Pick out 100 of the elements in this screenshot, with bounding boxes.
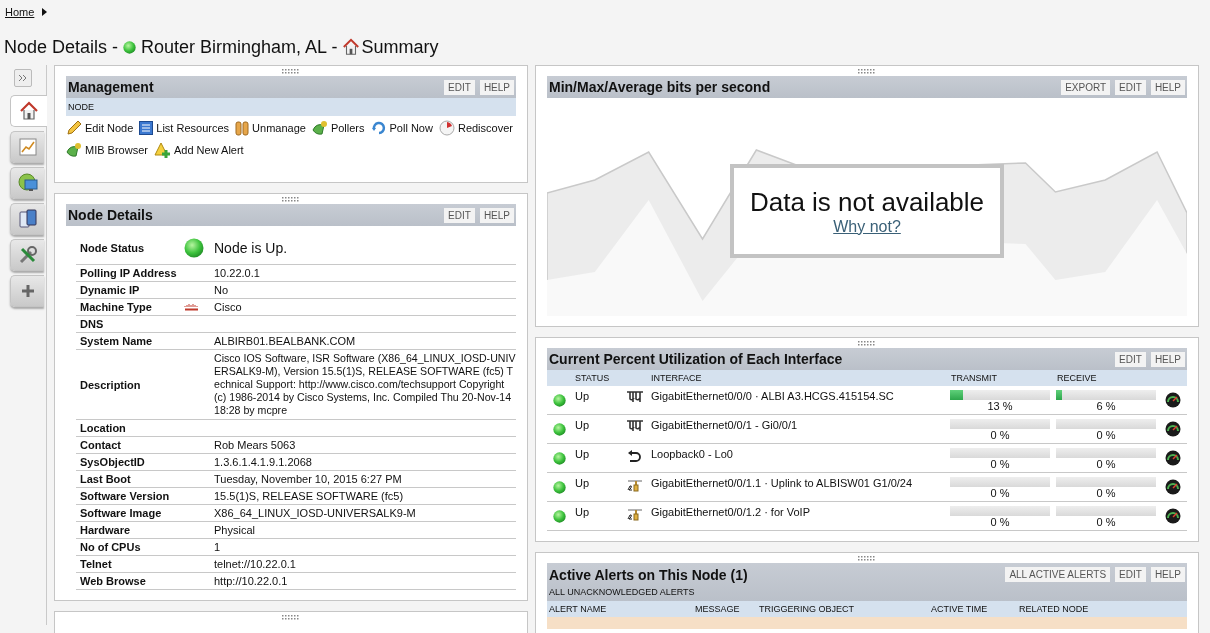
sidebar-tab[interactable] (10, 95, 47, 127)
vendor-logo-icon (184, 303, 200, 311)
loopback-arrow-icon (627, 449, 641, 462)
gauge-icon[interactable] (1165, 508, 1181, 524)
usage-percent: 6 % (1096, 400, 1116, 412)
interface-link[interactable]: GigabitEthernet0/0/1 - Gi0/0/1 (647, 415, 947, 431)
status-dot-icon (552, 509, 566, 523)
interface-link[interactable]: GigabitEthernet0/0/1.1 · Uplink to ALBISW01 G1/0/24 (647, 473, 947, 489)
why-not-link[interactable]: Why not? (833, 217, 901, 236)
drag-handle-icon[interactable] (282, 68, 300, 74)
status-text: Up (574, 505, 591, 518)
drag-handle-icon[interactable] (282, 614, 300, 620)
interface-link[interactable]: GigabitEthernet0/0/0 · ALBI A3.HCGS.415154.SC (647, 386, 947, 402)
header-button[interactable]: EDIT (444, 207, 475, 223)
gauge-icon[interactable] (1165, 479, 1181, 495)
column-header: TRIGGERING OBJECT (759, 604, 855, 614)
field-label: Hardware (80, 524, 132, 536)
pencil-icon (66, 120, 82, 136)
action-link[interactable]: List Resources (139, 120, 230, 136)
action-link[interactable]: Poll Now (370, 120, 433, 136)
status-dot-icon (184, 238, 204, 258)
header-button[interactable]: HELP (1150, 79, 1185, 95)
sidebar-tab[interactable] (10, 131, 44, 163)
usage-percent: 0 % (990, 487, 1010, 499)
field-value: Cisco IOS Software, ISR Software (X86_64_LINUX_IOSD-UNIVERSALK9-M), Version 15.5(1)S, RELEASE SOFTWARE (fc5) Technical Support: http://www.cisco.com/techsupport Copyright (c) 1986-2014 by Cisco Systems, Inc. Compiled Thu 20-Nov-14 18:28 by mcpre (214, 351, 516, 418)
field-label: Dynamic IP (80, 284, 141, 296)
field-label: Description (80, 378, 142, 391)
header-button[interactable]: ALL ACTIVE ALERTS (1005, 567, 1111, 582)
sidebar-tab[interactable] (10, 275, 44, 307)
column-header: RECEIVE (1056, 373, 1098, 383)
usage-percent: 0 % (990, 516, 1010, 528)
node-name: Router Birmingham, AL - (141, 36, 338, 58)
usage-percent: 0 % (1096, 458, 1116, 470)
field-label: Last Boot (80, 473, 132, 485)
plug-icon (627, 507, 643, 521)
header-button[interactable]: HELP (1150, 351, 1185, 367)
field-value: X86_64_LINUX_IOSD-UNIVERSALK9-M (214, 506, 417, 520)
usage-percent: 0 % (990, 429, 1010, 441)
header-button[interactable]: EDIT (444, 79, 475, 95)
action-link[interactable]: Pollers (311, 120, 365, 136)
header-button[interactable]: EDIT (1115, 351, 1146, 367)
field-label: SysObjectID (80, 456, 146, 468)
status-text: Up (574, 389, 591, 402)
home-link[interactable]: Home (5, 6, 35, 18)
field-label: Telnet (80, 558, 113, 570)
status-dot-icon (552, 393, 566, 407)
sidebar-tab[interactable] (10, 167, 44, 199)
field-value: 10.22.0.1 (214, 266, 261, 280)
field-value: Node is Up. (214, 241, 289, 255)
column-header: MESSAGE (695, 604, 741, 614)
drag-handle-icon[interactable] (858, 68, 876, 74)
usage-percent: 0 % (990, 458, 1010, 470)
drag-handle-icon[interactable] (282, 196, 300, 202)
field-label: Location (80, 422, 127, 434)
header-button[interactable]: HELP (479, 79, 514, 95)
sidebar-tab[interactable] (10, 239, 44, 271)
status-dot-icon (552, 480, 566, 494)
interface-link[interactable]: GigabitEthernet0/0/1.2 · for VoIP (647, 502, 947, 518)
field-label: Polling IP Address (80, 267, 178, 279)
field-value: ALBIRB01.BEALBANK.COM (214, 334, 357, 348)
gauge-icon[interactable] (1165, 392, 1181, 408)
action-link[interactable]: Add New Alert (153, 142, 244, 158)
field-label: Web Browse (80, 575, 147, 587)
action-link[interactable]: MIB Browser (66, 142, 148, 158)
drag-handle-icon[interactable] (858, 555, 876, 561)
usage-percent: 0 % (1096, 429, 1116, 441)
header-button[interactable]: HELP (1150, 567, 1185, 582)
action-link[interactable]: Rediscover (438, 120, 513, 136)
page-title: Node Details - (4, 36, 119, 58)
panel-title: Min/Max/Average bits per second (549, 79, 771, 95)
field-value: Cisco (214, 300, 243, 314)
network-port-icon (627, 391, 643, 403)
status-dot-icon (123, 40, 137, 54)
header-button[interactable]: EXPORT (1061, 79, 1111, 95)
action-link[interactable]: Unmanage (235, 120, 306, 136)
device-icon (18, 209, 37, 229)
column-header: INTERFACE (650, 373, 703, 383)
panel-subtitle: ALL UNACKNOWLEDGED ALERTS (549, 587, 696, 597)
field-label: Software Version (80, 490, 171, 502)
double-chevron-icon (18, 74, 28, 82)
header-button[interactable]: EDIT (1115, 79, 1146, 95)
gauge-icon[interactable] (1165, 421, 1181, 437)
expand-button[interactable] (14, 69, 32, 87)
panel-title: Active Alerts on This Node (1) (549, 567, 748, 583)
gauge-icon[interactable] (1165, 450, 1181, 466)
interface-link[interactable]: Loopback0 - Lo0 (647, 444, 947, 460)
column-header: ACTIVE TIME (931, 604, 989, 614)
action-link[interactable]: Edit Node (66, 120, 134, 136)
sidebar-tab[interactable] (10, 203, 44, 235)
header-button[interactable]: EDIT (1115, 567, 1146, 582)
field-label: Machine Type (80, 301, 153, 313)
field-value: telnet://10.22.0.1 (214, 557, 297, 571)
header-button[interactable]: HELP (479, 207, 514, 223)
column-header: STATUS (574, 373, 611, 383)
globe-monitor-icon (17, 173, 38, 193)
field-label: Node Status (80, 242, 146, 254)
usage-percent: 0 % (1096, 516, 1116, 528)
status-text: Up (574, 447, 591, 460)
drag-handle-icon[interactable] (858, 340, 876, 346)
field-value: Physical (214, 523, 256, 537)
